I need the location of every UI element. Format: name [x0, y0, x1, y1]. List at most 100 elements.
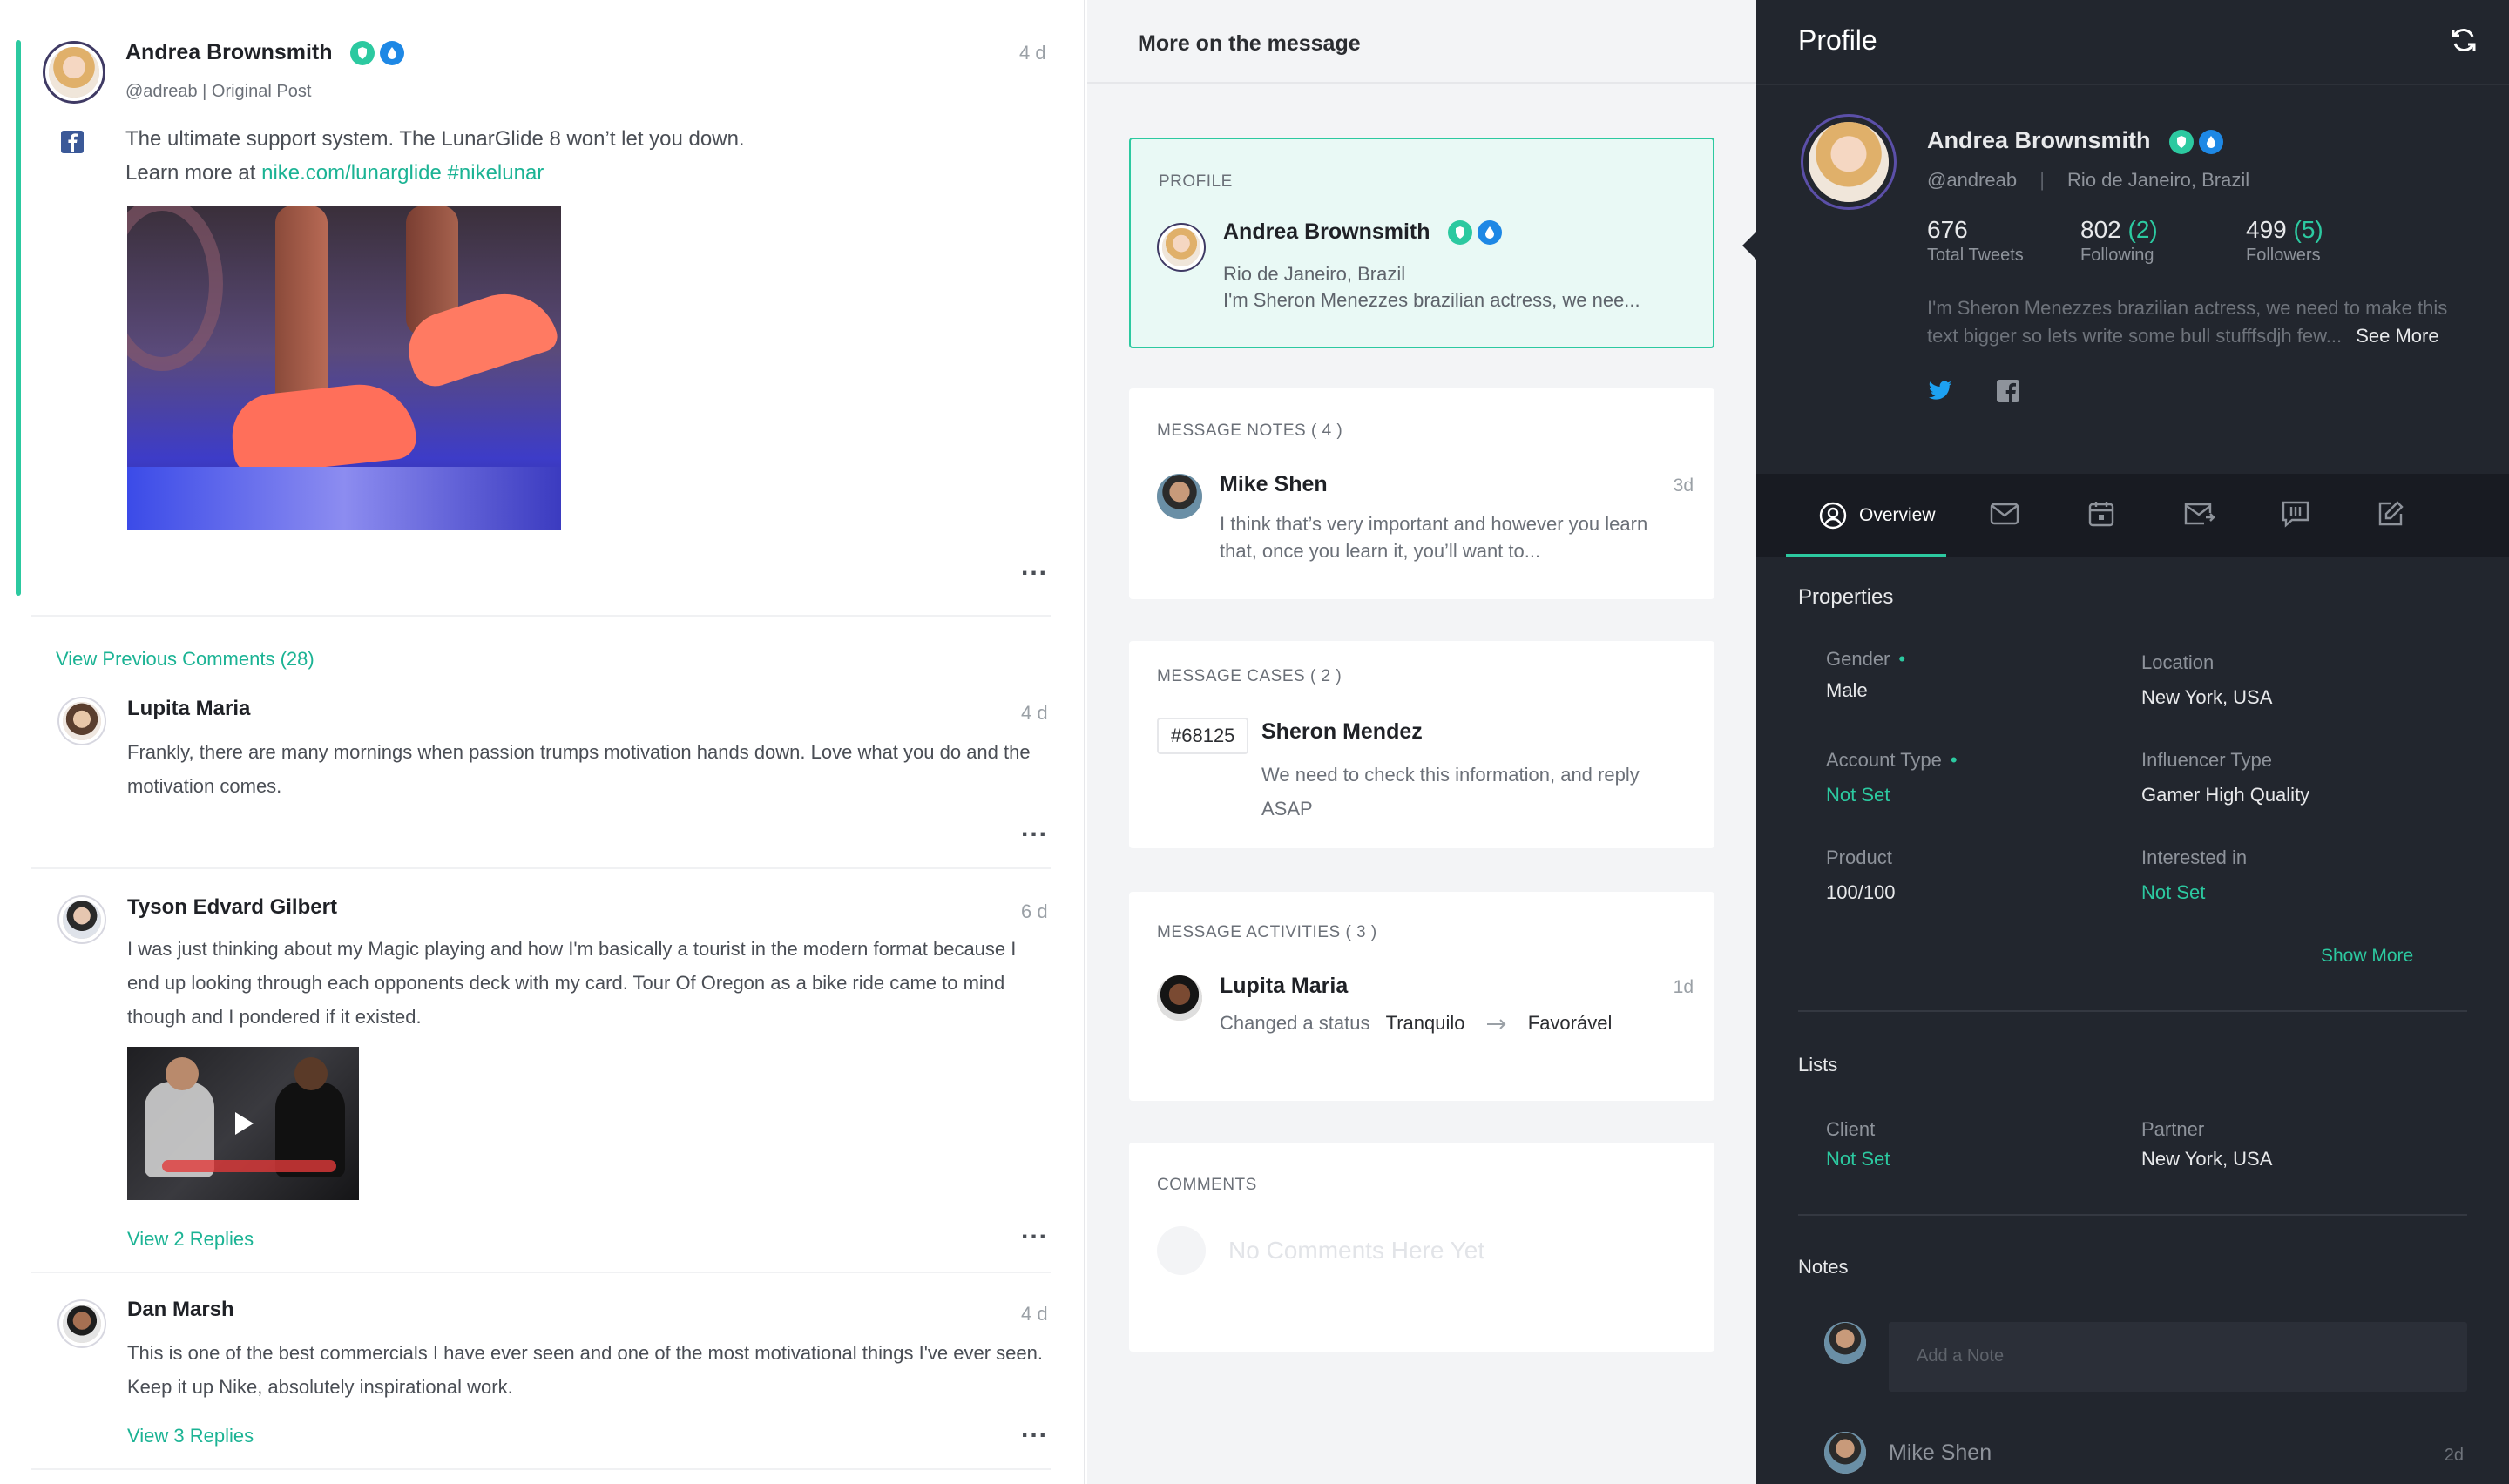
facebook-icon [61, 131, 84, 153]
post-text: The ultimate support system. The LunarGl… [125, 127, 745, 185]
divider [1798, 1010, 2467, 1012]
stat-followers[interactable]: 499 (5) Followers [2246, 216, 2323, 266]
message-notes-card[interactable]: MESSAGE NOTES ( 4 ) Mike Shen 3d I think… [1129, 388, 1714, 599]
property-label-location: Location [2141, 651, 2215, 673]
edit-icon[interactable] [2377, 500, 2404, 528]
profile-card[interactable]: PROFILE Andrea Brownsmith Rio de Janeiro… [1129, 138, 1714, 348]
post-author[interactable]: Andrea Brownsmith [125, 40, 405, 66]
list-label-client: Client [1826, 1118, 1876, 1140]
case-id-tag[interactable]: #68125 [1157, 718, 1249, 754]
show-more-link[interactable]: Show More [2321, 946, 2413, 967]
stat-tweets[interactable]: 676 Total Tweets [1927, 216, 2024, 266]
list-value-partner[interactable]: New York, USA [2141, 1148, 2272, 1170]
chat-alert-icon[interactable] [2281, 500, 2310, 528]
avatar[interactable] [1159, 225, 1204, 270]
profile-bio: I'm Sheron Menezzes brazilian actress, w… [1927, 297, 2448, 347]
list-value-client[interactable]: Not Set [1826, 1148, 1890, 1170]
view-previous-comments-link[interactable]: View Previous Comments (28) [56, 648, 314, 671]
avatar[interactable] [45, 44, 103, 101]
property-label-interested-in: Interested in [2141, 847, 2248, 868]
property-value-location[interactable]: New York, USA [2141, 686, 2272, 709]
note-author: Mike Shen [1220, 472, 1328, 496]
user-circle-icon [1819, 502, 1847, 530]
twitter-icon[interactable] [1927, 378, 1953, 404]
comment-more-button[interactable]: ... [1021, 1414, 1048, 1444]
comment-text: I was just thinking about my Magic playi… [127, 938, 1017, 1028]
mail-forward-icon[interactable] [2183, 502, 2215, 526]
comments-card[interactable]: COMMENTS No Comments Here Yet [1129, 1143, 1714, 1352]
avatar[interactable] [59, 698, 105, 744]
post-hashtag[interactable]: #nikelunar [448, 161, 544, 185]
card-label: MESSAGE CASES ( 2 ) [1157, 667, 1342, 685]
activity-author: Lupita Maria [1220, 974, 1349, 998]
card-label: PROFILE [1159, 172, 1233, 191]
list-label-partner: Partner [2141, 1118, 2205, 1140]
avatar[interactable] [1157, 975, 1202, 1021]
message-activities-card[interactable]: MESSAGE ACTIVITIES ( 3 ) Lupita Maria 1d… [1129, 892, 1714, 1101]
see-more-link[interactable]: See More [2356, 325, 2438, 347]
avatar[interactable] [59, 897, 105, 942]
activity-detail: Changed a status Tranquilo Favorável [1220, 1012, 1613, 1034]
comment-author[interactable]: Dan Marsh [127, 1298, 234, 1322]
avatar[interactable] [1803, 117, 1894, 207]
property-value-account-type[interactable]: Not Set [1826, 784, 1890, 806]
verification-badges [1448, 220, 1503, 246]
empty-comments-text: No Comments Here Yet [1228, 1237, 1485, 1264]
refresh-icon[interactable] [2448, 24, 2479, 56]
profile-handle-location: @andreab | Rio de Janeiro, Brazil [1927, 169, 2250, 191]
comment-time: 4 d [1021, 702, 1048, 724]
properties-title: Properties [1798, 585, 1894, 609]
note-text: I think that’s very important and howeve… [1220, 513, 1648, 562]
comment-more-button[interactable]: ... [1021, 1216, 1048, 1245]
view-replies-link[interactable]: View 3 Replies [127, 1425, 254, 1447]
lists-title: Lists [1798, 1054, 1838, 1076]
avatar [1824, 1322, 1866, 1364]
card-label: MESSAGE ACTIVITIES ( 3 ) [1157, 923, 1377, 941]
profile-panel: Profile Andrea Brownsmith @andreab | Rio… [1756, 0, 2509, 1484]
panel-title: More on the message [1138, 31, 1361, 56]
add-note-input[interactable]: Add a Note [1889, 1322, 2467, 1392]
property-value-gender[interactable]: Male [1826, 679, 1868, 702]
play-icon[interactable] [227, 1106, 261, 1141]
mail-icon[interactable] [1990, 502, 2019, 526]
active-tab-underline [1786, 554, 1946, 557]
message-cases-card[interactable]: MESSAGE CASES ( 2 ) #68125 Sheron Mendez… [1129, 641, 1714, 848]
selected-post-indicator [16, 40, 21, 596]
shield-verified-icon [350, 41, 375, 66]
comment-time: 4 d [1021, 1303, 1048, 1325]
property-value-interested-in[interactable]: Not Set [2141, 881, 2205, 904]
property-value-influencer-type[interactable]: Gamer High Quality [2141, 784, 2309, 806]
property-value-product[interactable]: 100/100 [1826, 881, 1896, 904]
stat-following[interactable]: 802 (2) Following [2080, 216, 2158, 266]
verification-badges [2169, 129, 2224, 154]
comment-author[interactable]: Lupita Maria [127, 697, 250, 721]
comment-time: 6 d [1021, 901, 1048, 922]
profile-tabs: Overview [1756, 474, 2509, 557]
card-label: COMMENTS [1157, 1176, 1257, 1194]
card-label: MESSAGE NOTES ( 4 ) [1157, 422, 1343, 440]
avatar[interactable] [1157, 474, 1202, 519]
avatar [1824, 1432, 1866, 1474]
divider [1798, 1214, 2467, 1216]
tab-overview[interactable]: Overview [1786, 474, 1946, 557]
post-more-button[interactable]: ... [1021, 552, 1048, 582]
shield-verified-icon [2169, 129, 2195, 154]
property-label-account-type: Account Type • [1826, 749, 1958, 771]
activity-time: 1d [1673, 977, 1694, 997]
profile-name: Andrea Brownsmith [1927, 127, 2224, 154]
comment-author[interactable]: Tyson Edvard Gilbert [127, 895, 337, 920]
post-image-sneaker[interactable] [127, 206, 561, 530]
property-label-gender: Gender • [1826, 648, 1906, 670]
comment-more-button[interactable]: ... [1021, 813, 1048, 843]
drop-verified-icon [2199, 129, 2224, 154]
notes-title: Notes [1798, 1256, 1849, 1278]
calendar-icon[interactable] [2087, 500, 2115, 528]
comment-text: This is one of the best commercials I ha… [127, 1342, 1043, 1398]
avatar[interactable] [59, 1301, 105, 1346]
property-label-influencer-type: Influencer Type [2141, 749, 2273, 771]
post-link[interactable]: nike.com/lunarglide [261, 161, 442, 185]
facebook-icon[interactable] [1995, 378, 2021, 404]
view-replies-link[interactable]: View 2 Replies [127, 1228, 254, 1251]
case-text: We need to check this information, and r… [1261, 764, 1640, 820]
comment-video-thumbnail[interactable] [127, 1047, 359, 1200]
